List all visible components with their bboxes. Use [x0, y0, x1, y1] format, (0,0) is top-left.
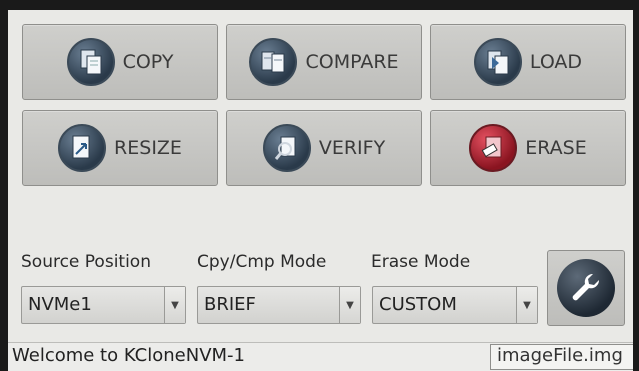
compare-button[interactable]: COMPARE [226, 24, 422, 100]
cpy-cmp-mode-label: Cpy/Cmp Mode [197, 252, 327, 272]
copy-icon [66, 38, 115, 86]
load-icon [473, 38, 522, 86]
chevron-down-icon[interactable]: ▼ [164, 287, 185, 323]
source-position-select[interactable]: NVMe1 ▼ [21, 286, 186, 324]
image-file-field[interactable]: imageFile.img [490, 344, 633, 370]
compare-icon [249, 38, 298, 86]
source-position-value: NVMe1 [28, 294, 92, 315]
resize-button[interactable]: RESIZE [22, 110, 218, 186]
chevron-down-icon[interactable]: ▼ [339, 287, 360, 323]
cpy-cmp-mode-select[interactable]: BRIEF ▼ [197, 286, 361, 324]
erase-mode-label: Erase Mode [371, 252, 471, 272]
verify-label: VERIFY [318, 137, 386, 159]
load-button[interactable]: LOAD [430, 24, 626, 100]
verify-icon [262, 124, 311, 172]
settings-button[interactable] [547, 250, 625, 326]
status-bar: Welcome to KCloneNVM-1 imageFile.img [8, 342, 633, 371]
chevron-down-icon[interactable]: ▼ [516, 287, 537, 323]
app-screen: COPY COMPARE LOAD RESIZE VERIFY ERASE So… [8, 10, 633, 371]
verify-button[interactable]: VERIFY [226, 110, 422, 186]
copy-button[interactable]: COPY [22, 24, 218, 100]
erase-mode-value: CUSTOM [379, 294, 457, 315]
erase-button[interactable]: ERASE [430, 110, 626, 186]
compare-label: COMPARE [305, 51, 399, 73]
resize-label: RESIZE [114, 137, 182, 159]
cpy-cmp-mode-value: BRIEF [204, 294, 256, 315]
wrench-icon [557, 259, 615, 317]
erase-icon [469, 124, 518, 172]
status-message: Welcome to KCloneNVM-1 [12, 345, 245, 366]
source-position-label: Source Position [21, 252, 151, 272]
load-label: LOAD [529, 51, 583, 73]
erase-label: ERASE [525, 137, 587, 159]
resize-icon [58, 124, 107, 172]
copy-label: COPY [122, 51, 174, 73]
erase-mode-select[interactable]: CUSTOM ▼ [372, 286, 538, 324]
